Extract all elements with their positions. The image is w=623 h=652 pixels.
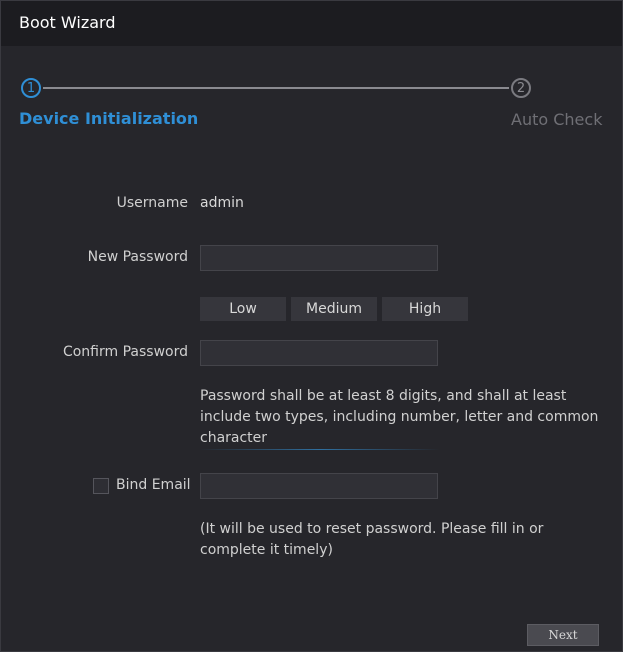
bind-email-checkbox[interactable] — [93, 478, 109, 494]
next-button[interactable]: Next — [527, 624, 599, 646]
step-progress-line — [43, 87, 509, 89]
email-reset-hint: (It will be used to reset password. Plea… — [200, 521, 544, 558]
step-1-label: Device Initialization — [19, 109, 199, 128]
password-rule-hint: Password shall be at least 8 digits, and… — [200, 388, 599, 446]
strength-high: High — [382, 297, 468, 321]
bind-email-label[interactable]: Bind Email — [116, 477, 191, 493]
window-title: Boot Wizard — [19, 13, 116, 32]
username-label: Username — [116, 195, 188, 211]
step-2-label: Auto Check — [511, 110, 603, 129]
title-bar: Boot Wizard — [1, 1, 622, 46]
confirm-password-label: Confirm Password — [62, 344, 188, 360]
step-1-indicator: 1 — [21, 78, 41, 98]
confirm-password-input[interactable] — [200, 340, 438, 366]
step-2-indicator: 2 — [511, 78, 531, 98]
divider — [200, 449, 440, 450]
username-value: admin — [200, 195, 244, 211]
email-input[interactable] — [200, 473, 438, 499]
strength-low: Low — [200, 297, 286, 321]
new-password-label: New Password — [87, 249, 188, 265]
strength-medium: Medium — [291, 297, 377, 321]
new-password-input[interactable] — [200, 245, 438, 271]
boot-wizard-window: Boot Wizard 1 2 Device Initialization Au… — [0, 0, 623, 652]
